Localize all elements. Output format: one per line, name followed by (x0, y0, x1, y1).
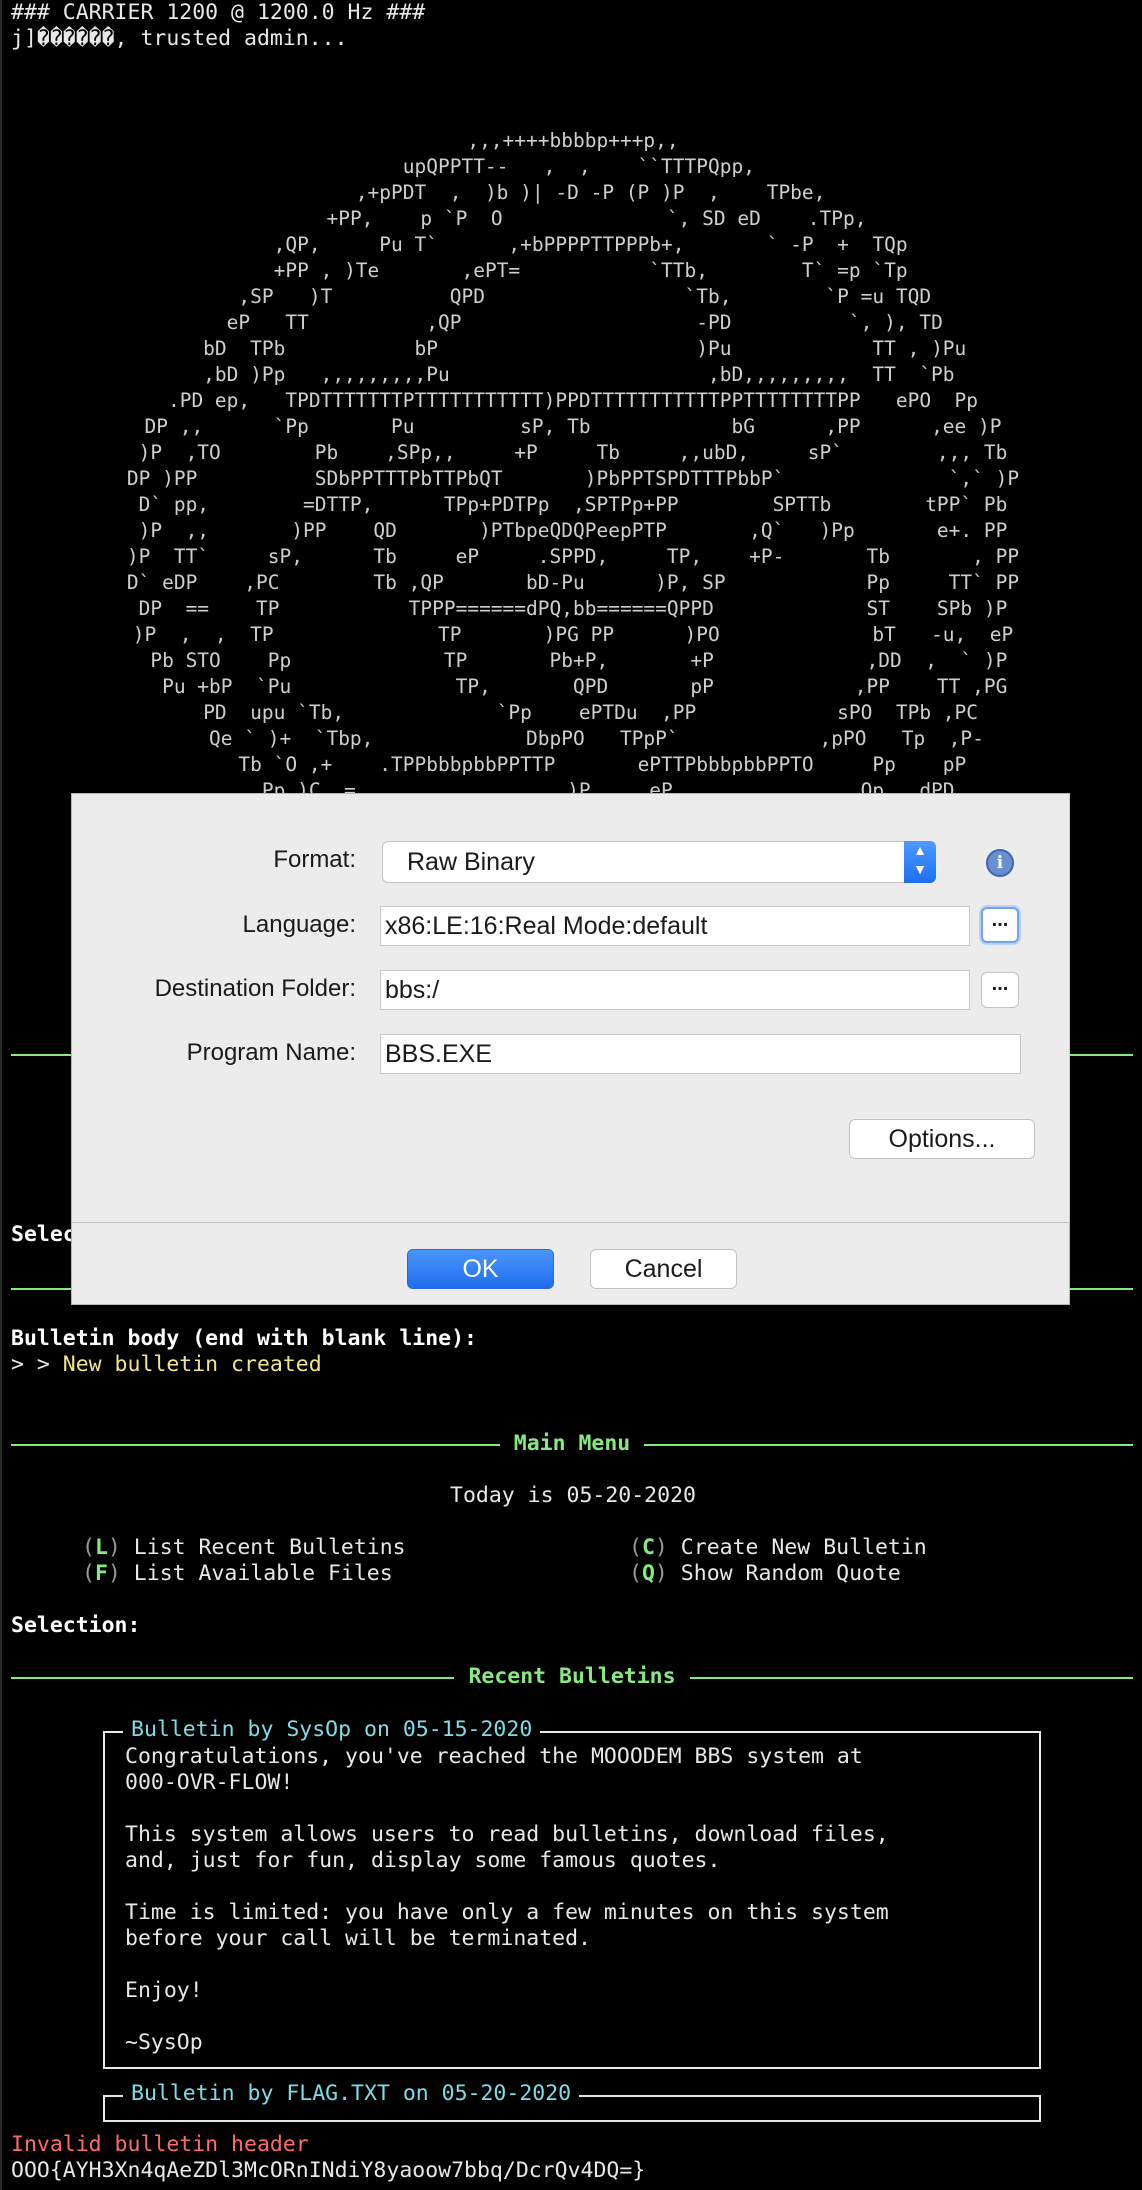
carrier-header: ### CARRIER 1200 @ 1200.0 Hz ### (11, 0, 426, 25)
login-status-line: j]������, trusted admin... (11, 26, 348, 51)
chevron-up-icon: ▲ (913, 842, 927, 858)
ok-button[interactable]: OK (407, 1249, 554, 1289)
info-icon[interactable]: i (986, 849, 1014, 877)
selection-prompt-partial: Selec (11, 1222, 76, 1247)
selection-prompt: Selection: (11, 1613, 141, 1638)
destination-folder-label: Destination Folder: (154, 975, 356, 1002)
options-button[interactable]: Options... (849, 1119, 1035, 1159)
language-field[interactable]: x86:LE:16:Real Mode:default (380, 906, 970, 946)
flag-output: OOO{AYH3Xn4qAeZDl3McORnINdiY8yaoow7bbq/D… (11, 2158, 646, 2183)
recent-bulletins-title: Recent Bulletins (454, 1664, 690, 1689)
main-menu-title: Main Menu (499, 1431, 645, 1456)
menu-item-list-bulletins[interactable]: (L) List Recent Bulletins (82, 1535, 406, 1561)
bulletin-created-message: New bulletin created (62, 1352, 322, 1377)
bulletin-body-prompt: Bulletin body (end with blank line): (11, 1326, 477, 1351)
recent-bulletins-title-row: Recent Bulletins (11, 1664, 1133, 1690)
program-name-field[interactable]: BBS.EXE (380, 1034, 1021, 1074)
bulletin-header: Bulletin by FLAG.TXT on 05-20-2020 (123, 2081, 580, 2107)
language-label: Language: (242, 911, 356, 938)
program-name-label: Program Name: (186, 1039, 356, 1066)
import-dialog: Format: Raw Binary ▲ ▼ i Language: x86:L… (71, 793, 1070, 1305)
format-select-value: Raw Binary (407, 848, 535, 876)
today-date: Today is 05-20-2020 (450, 1483, 696, 1508)
destination-folder-field[interactable]: bbs:/ (380, 970, 970, 1010)
menu-item-create-bulletin[interactable]: (C) Create New Bulletin (629, 1535, 927, 1561)
destination-browse-button[interactable]: ... (981, 972, 1019, 1008)
prompt-marker: > > (11, 1352, 63, 1377)
chevron-down-icon: ▼ (913, 861, 927, 877)
menu-item-random-quote[interactable]: (Q) Show Random Quote (629, 1561, 901, 1587)
main-menu-title-row: Main Menu (11, 1431, 1133, 1457)
error-message: Invalid bulletin header (11, 2132, 309, 2157)
bulletin-header: Bulletin by SysOp on 05-15-2020 (123, 1717, 541, 1743)
bulletin-box-sysop: Bulletin by SysOp on 05-15-2020 Congratu… (103, 1717, 1041, 2069)
dialog-form-panel: Format: Raw Binary ▲ ▼ i Language: x86:L… (72, 794, 1070, 1223)
format-select[interactable]: Raw Binary ▲ ▼ (382, 841, 936, 883)
bulletin-box-flag: Bulletin by FLAG.TXT on 05-20-2020 (103, 2081, 1041, 2122)
cancel-button[interactable]: Cancel (590, 1249, 737, 1289)
menu-item-list-files[interactable]: (F) List Available Files (82, 1561, 393, 1587)
ascii-art-logo: ,,,++++bbbbp+++p,, upQPPTT-- , , ``TTTPQ… (126, 129, 1020, 802)
bulletin-created-line: > > New bulletin created (11, 1352, 322, 1378)
format-label: Format: (273, 846, 356, 873)
select-stepper-icon: ▲ ▼ (904, 841, 936, 883)
language-browse-button[interactable]: ... (981, 907, 1019, 943)
bulletin-body: Congratulations, you've reached the MOOO… (125, 1744, 889, 2055)
